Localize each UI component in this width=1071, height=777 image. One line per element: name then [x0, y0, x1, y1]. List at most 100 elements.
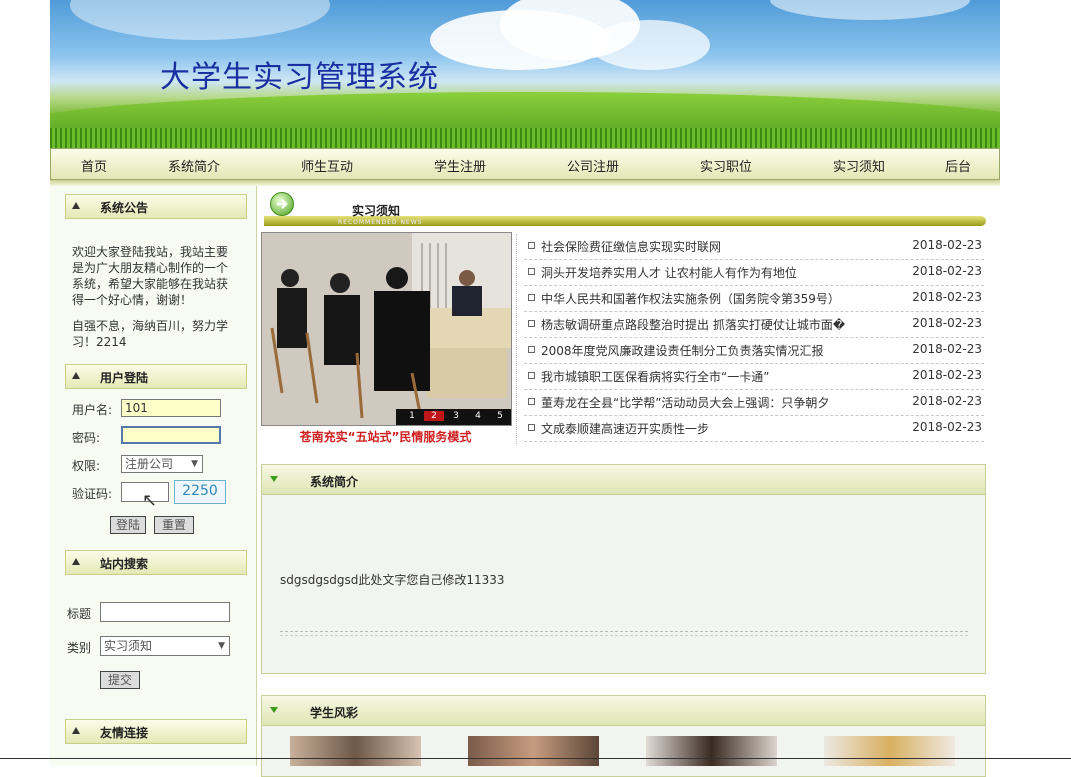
role-select[interactable]: 注册公司 ▼ [121, 455, 203, 473]
search-title: 站内搜索 [100, 557, 149, 571]
announcement-motto: 自强不息，海纳百川，努力学习！2214 [72, 319, 229, 349]
news-item-date: 2018-02-23 [912, 368, 982, 382]
captcha-label: 验证码: [72, 487, 113, 501]
bullet-square-icon [528, 346, 535, 353]
nav-home[interactable]: 首页 [81, 156, 107, 175]
slide-2-button[interactable]: 2 [424, 411, 444, 421]
news-header: 实习须知 RECOMMENDED NEWS [264, 192, 986, 232]
arrow-right-icon [270, 192, 294, 216]
news-slideshow-image[interactable]: 1 2 3 4 5 [261, 232, 512, 426]
nav-notice[interactable]: 实习须知 [833, 156, 885, 175]
reset-button[interactable]: 重置 [154, 516, 194, 534]
header-banner: 大学生实习管理系统 [50, 0, 1000, 148]
triangle-up-icon [72, 372, 80, 379]
triangle-down-icon [270, 476, 278, 482]
news-divider [516, 234, 517, 444]
news-item-date: 2018-02-23 [912, 342, 982, 356]
slideshow-caption[interactable]: 苍南充实“五站式”民情服务模式 [261, 428, 510, 445]
intro-text: sdgsdgsdgsd此处文字您自己修改11333 [280, 573, 505, 587]
login-button[interactable]: 登陆 [110, 516, 146, 534]
list-item[interactable]: 洞头开发培养实用人才 让农村能人有作为有地位 2018-02-23 [524, 260, 984, 286]
site-title: 大学生实习管理系统 [160, 60, 439, 95]
intro-panel: 系统简介 sdgsdgsdgsd此处文字您自己修改11333 [261, 464, 986, 674]
news-item-title[interactable]: 我市城镇职工医保看病将实行全市“一卡通” [541, 368, 769, 385]
page: 大学生实习管理系统 首页 系统简介 师生互动 学生注册 公司注册 实习职位 实习… [50, 0, 1000, 777]
list-item[interactable]: 董寿龙在全县“比学帮”活动动员大会上强调：只争朝夕 2018-02-23 [524, 390, 984, 416]
triangle-down-icon [270, 707, 278, 713]
news-item-title[interactable]: 杨志敏调研重点路段整治时提出 抓落实打硬仗让城市面� [541, 316, 845, 333]
login-header: 用户登陆 [65, 364, 247, 389]
links-header: 友情连接 [65, 719, 247, 744]
news-item-date: 2018-02-23 [912, 264, 982, 278]
role-label: 权限: [72, 459, 101, 473]
left-sidebar: 系统公告 欢迎大家登陆我站，我站主要是为广大朋友精心制作的一个系统，希望大家能够… [50, 186, 257, 766]
username-label: 用户名: [72, 403, 113, 417]
search-header: 站内搜索 [65, 550, 247, 575]
role-select-value: 注册公司 [125, 457, 174, 471]
main-content: 实习须知 RECOMMENDED NEWS 1 2 3 4 5 苍南充实“五站式… [258, 186, 1000, 777]
intro-divider [280, 631, 968, 632]
search-category-value: 实习须知 [104, 639, 153, 653]
triangle-up-icon [72, 727, 80, 734]
slide-5-button[interactable]: 5 [490, 411, 510, 421]
news-item-date: 2018-02-23 [912, 290, 982, 304]
nav-admin[interactable]: 后台 [945, 156, 971, 175]
nav-company-register[interactable]: 公司注册 [567, 156, 619, 175]
list-item[interactable]: 杨志敏调研重点路段整治时提出 抓落实打硬仗让城市面� 2018-02-23 [524, 312, 984, 338]
bullet-square-icon [528, 398, 535, 405]
password-input[interactable] [121, 426, 221, 444]
news-item-title[interactable]: 董寿龙在全县“比学帮”活动动员大会上强调：只争朝夕 [541, 394, 829, 411]
username-input[interactable]: 101 [121, 399, 221, 417]
cloud-shape [590, 20, 710, 70]
dropdown-arrow-icon: ▼ [191, 459, 198, 469]
mouse-cursor-icon: ↖ [142, 490, 158, 511]
list-item[interactable]: 2008年度党风廉政建设责任制分工负责落实情况汇报 2018-02-23 [524, 338, 984, 364]
search-category-select[interactable]: 实习须知 ▼ [100, 636, 230, 656]
announcement-text: 欢迎大家登陆我站，我站主要是为广大朋友精心制作的一个系统，希望大家能够在我站获得… [72, 245, 229, 307]
bullet-square-icon [528, 268, 535, 275]
bullet-square-icon [528, 320, 535, 327]
news-subtitle: RECOMMENDED NEWS [338, 219, 423, 226]
main-nav: 首页 系统简介 师生互动 学生注册 公司注册 实习职位 实习须知 后台 [50, 148, 1000, 180]
slide-3-button[interactable]: 3 [446, 411, 466, 421]
intro-panel-header: 系统简介 [262, 465, 985, 495]
login-title: 用户登陆 [100, 371, 149, 385]
intro-panel-title: 系统简介 [310, 475, 359, 489]
window-bottom-edge [0, 758, 1071, 759]
nav-student-register[interactable]: 学生注册 [434, 156, 486, 175]
announcement-header: 系统公告 [65, 194, 247, 219]
list-item[interactable]: 我市城镇职工医保看病将实行全市“一卡通” 2018-02-23 [524, 364, 984, 390]
nav-positions[interactable]: 实习职位 [700, 156, 752, 175]
cloud-shape [70, 0, 330, 40]
intro-divider [280, 635, 968, 636]
list-item[interactable]: 文成泰顺建高速迈开实质性一步 2018-02-23 [524, 416, 984, 442]
list-item[interactable]: 社会保险费征缴信息实现实时联网 2018-02-23 [524, 234, 984, 260]
news-item-date: 2018-02-23 [912, 238, 982, 252]
slide-1-button[interactable]: 1 [402, 411, 422, 421]
news-item-title[interactable]: 社会保险费征缴信息实现实时联网 [541, 238, 721, 255]
nav-system-intro[interactable]: 系统简介 [168, 156, 220, 175]
search-title-input[interactable] [100, 602, 230, 622]
captcha-image[interactable]: 2250 [174, 480, 226, 504]
news-item-title[interactable]: 2008年度党风廉政建设责任制分工负责落实情况汇报 [541, 342, 824, 359]
news-item-date: 2018-02-23 [912, 420, 982, 434]
triangle-up-icon [72, 202, 80, 209]
grass-shape [50, 128, 1000, 148]
bullet-square-icon [528, 424, 535, 431]
students-panel: 学生风彩 [261, 695, 986, 777]
cloud-shape [770, 0, 970, 20]
search-category-label: 类别 [67, 641, 92, 655]
search-submit-button[interactable]: 提交 [100, 671, 140, 689]
triangle-up-icon [72, 558, 80, 565]
news-item-title[interactable]: 中华人民共和国著作权法实施条例（国务院令第359号） [541, 290, 840, 307]
news-item-date: 2018-02-23 [912, 394, 982, 408]
slide-4-button[interactable]: 4 [468, 411, 488, 421]
news-item-title[interactable]: 洞头开发培养实用人才 让农村能人有作为有地位 [541, 264, 797, 281]
list-item[interactable]: 中华人民共和国著作权法实施条例（国务院令第359号） 2018-02-23 [524, 286, 984, 312]
bullet-square-icon [528, 242, 535, 249]
bullet-square-icon [528, 294, 535, 301]
students-panel-title: 学生风彩 [310, 706, 359, 720]
slideshow-pager: 1 2 3 4 5 [402, 411, 511, 423]
news-item-title[interactable]: 文成泰顺建高速迈开实质性一步 [541, 420, 709, 437]
nav-interaction[interactable]: 师生互动 [301, 156, 353, 175]
